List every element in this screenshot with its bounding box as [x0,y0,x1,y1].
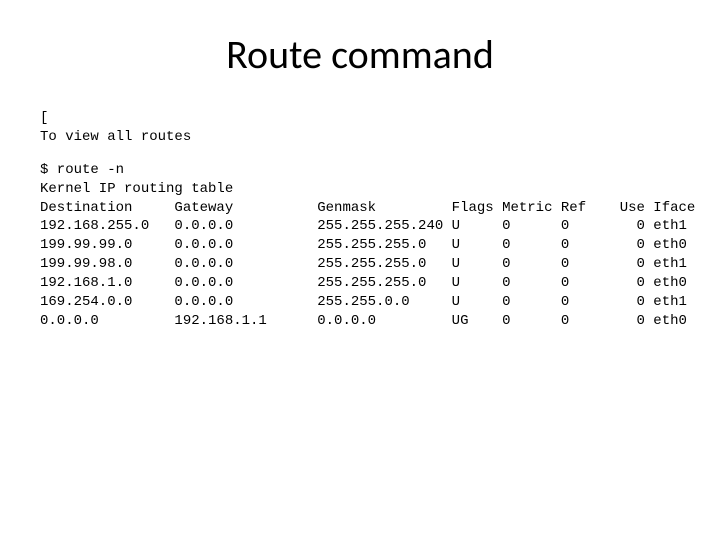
terminal-output: [ To view all routes $ route -n Kernel I… [40,109,680,331]
routing-table-rows: 192.168.255.0 0.0.0.0 255.255.255.240 U … [40,218,687,328]
intro-bracket: [ [40,110,48,126]
routing-table-header: Destination Gateway Genmask Flags Metric… [40,200,695,216]
slide-title: Route command [40,30,680,79]
intro-line: To view all routes [40,129,191,145]
command-line: $ route -n [40,162,124,178]
table-title: Kernel IP routing table [40,181,233,197]
slide: Route command [ To view all routes $ rou… [0,0,720,540]
